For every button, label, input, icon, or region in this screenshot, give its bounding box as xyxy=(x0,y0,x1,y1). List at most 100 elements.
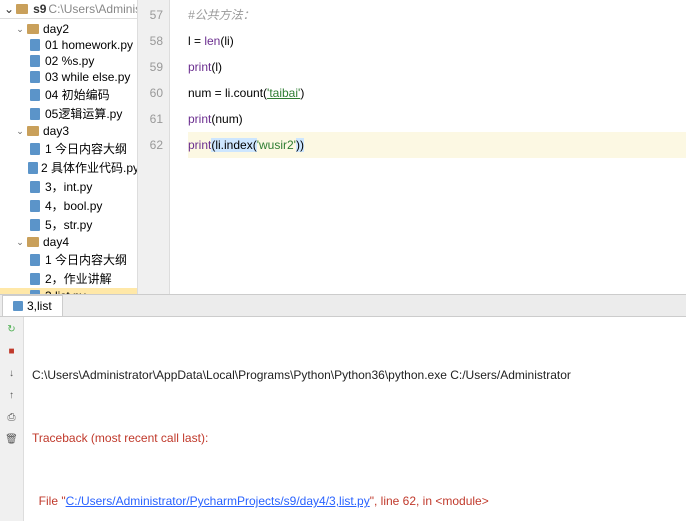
python-file-icon xyxy=(28,70,42,84)
tree-folder-day3[interactable]: ⌄ day3 xyxy=(0,123,137,139)
rerun-button[interactable]: ↻ xyxy=(4,321,20,337)
chevron-down-icon: ⌄ xyxy=(4,2,14,16)
tree-file[interactable]: 4，bool.py xyxy=(0,196,137,215)
code-text: (li.index( xyxy=(211,138,256,152)
code-line[interactable]: l = len(li) xyxy=(188,28,686,54)
python-file-icon xyxy=(28,54,42,68)
file-label: 2，作业讲解 xyxy=(45,270,112,287)
chevron-down-icon: ⌄ xyxy=(14,126,26,137)
tree-file[interactable]: 3，int.py xyxy=(0,177,137,196)
python-file-icon xyxy=(13,301,23,311)
tab-label: 3,list xyxy=(27,299,52,313)
chevron-down-icon: ⌄ xyxy=(14,24,26,35)
run-tab-bar: 3,list xyxy=(0,295,686,317)
file-label: 3，int.py xyxy=(45,178,92,195)
python-file-icon xyxy=(28,218,42,232)
builtin: len xyxy=(204,34,220,48)
python-file-icon xyxy=(28,107,42,121)
chevron-down-icon: ⌄ xyxy=(14,237,26,248)
python-file-icon xyxy=(28,88,42,102)
file-label: 03 while else.py xyxy=(45,70,130,84)
error-text: File " xyxy=(32,494,66,508)
code-text: )) xyxy=(296,138,304,152)
code-line[interactable]: print(num) xyxy=(188,106,686,132)
builtin: print xyxy=(188,60,211,74)
code-line[interactable]: print(l) xyxy=(188,54,686,80)
python-file-icon xyxy=(28,180,42,194)
folder-icon xyxy=(16,2,28,16)
builtin: print xyxy=(188,138,211,152)
tree-file[interactable]: 02 %s.py xyxy=(0,53,137,69)
code-text: ) xyxy=(300,86,304,100)
project-sidebar[interactable]: ⌄ s9 C:\Users\Administrato ⌄ day2 01 home… xyxy=(0,0,138,294)
file-label: 1 今日内容大纲 xyxy=(45,251,127,268)
tree-file[interactable]: 04 初始编码 xyxy=(0,85,137,104)
project-name: s9 xyxy=(33,2,46,16)
file-label: 5，str.py xyxy=(45,216,92,233)
tree-file[interactable]: 05逻辑运算.py xyxy=(0,104,137,123)
file-link[interactable]: C:/Users/Administrator/PycharmProjects/s… xyxy=(66,494,370,508)
code-line-current[interactable]: print(li.index('wusir2')) xyxy=(188,132,686,158)
print-button[interactable]: ⎙ xyxy=(4,409,20,425)
tree-file[interactable]: 03 while else.py xyxy=(0,69,137,85)
file-label: 05逻辑运算.py xyxy=(45,105,122,122)
line-number: 57 xyxy=(138,2,163,28)
error-text: ", line 62, in <module> xyxy=(370,494,489,508)
run-tab[interactable]: 3,list xyxy=(2,295,63,316)
tree-file[interactable]: 2，作业讲解 xyxy=(0,269,137,288)
tree-file[interactable]: 1 今日内容大纲 xyxy=(0,139,137,158)
file-label: 4，bool.py xyxy=(45,197,102,214)
python-file-icon xyxy=(28,199,42,213)
comment: #公共方法： xyxy=(188,8,255,22)
folder-label: day2 xyxy=(43,22,69,36)
tree-folder-day2[interactable]: ⌄ day2 xyxy=(0,21,137,37)
folder-label: day4 xyxy=(43,235,69,249)
code-area[interactable]: #公共方法： l = len(li) print(l) num = li.cou… xyxy=(170,0,686,294)
clear-button[interactable]: 🗑 xyxy=(4,431,20,447)
scroll-up-button[interactable]: ↑ xyxy=(4,387,20,403)
file-label: 2 具体作业代码.py xyxy=(41,159,138,176)
folder-label: day3 xyxy=(43,124,69,138)
stop-button[interactable]: ■ xyxy=(4,343,20,359)
line-number: 61 xyxy=(138,106,163,132)
code-text: (l) xyxy=(211,60,222,74)
line-gutter: 57 58 59 60 61 62 xyxy=(138,0,170,294)
line-number: 62 xyxy=(138,132,163,158)
tree-file[interactable]: 2 具体作业代码.py xyxy=(0,158,137,177)
code-line[interactable]: num = li.count('taibai') xyxy=(188,80,686,106)
folder-icon xyxy=(26,235,40,249)
code-text: (num) xyxy=(211,112,242,126)
console-line: C:\Users\Administrator\AppData\Local\Pro… xyxy=(32,365,678,386)
python-file-icon xyxy=(28,272,42,286)
folder-icon xyxy=(26,22,40,36)
tree-file[interactable]: 5，str.py xyxy=(0,215,137,234)
project-tree: ⌄ day2 01 homework.py 02 %s.py 03 while e… xyxy=(0,19,137,294)
tree-folder-day4[interactable]: ⌄ day4 xyxy=(0,234,137,250)
python-file-icon xyxy=(28,289,42,294)
tree-file[interactable]: 1 今日内容大纲 xyxy=(0,250,137,269)
line-number: 60 xyxy=(138,80,163,106)
file-label: 02 %s.py xyxy=(45,54,94,68)
tree-file-active[interactable]: 3,list.py xyxy=(0,288,137,294)
project-path: C:\Users\Administrato xyxy=(48,2,138,16)
code-text: l = xyxy=(188,34,204,48)
code-editor[interactable]: 57 58 59 60 61 62 #公共方法： l = len(li) pri… xyxy=(138,0,686,294)
console-toolbar: ↻ ■ ↓ ↑ ⎙ 🗑 xyxy=(0,317,24,521)
file-label: 1 今日内容大纲 xyxy=(45,140,127,157)
code-line[interactable]: #公共方法： xyxy=(188,2,686,28)
line-number: 59 xyxy=(138,54,163,80)
folder-icon xyxy=(26,124,40,138)
scroll-down-button[interactable]: ↓ xyxy=(4,365,20,381)
console-output[interactable]: C:\Users\Administrator\AppData\Local\Pro… xyxy=(24,317,686,521)
breadcrumb[interactable]: ⌄ s9 C:\Users\Administrato xyxy=(0,0,137,19)
string: 'taibai' xyxy=(267,86,300,100)
python-file-icon xyxy=(28,38,42,52)
console-panel: ↻ ■ ↓ ↑ ⎙ 🗑 C:\Users\Administrator\AppDa… xyxy=(0,317,686,521)
tree-file[interactable]: 01 homework.py xyxy=(0,37,137,53)
console-error-line: Traceback (most recent call last): xyxy=(32,428,678,449)
file-label: 01 homework.py xyxy=(45,38,133,52)
builtin: print xyxy=(188,112,211,126)
python-file-icon xyxy=(28,142,42,156)
line-number: 58 xyxy=(138,28,163,54)
code-text: num = li.count( xyxy=(188,86,267,100)
